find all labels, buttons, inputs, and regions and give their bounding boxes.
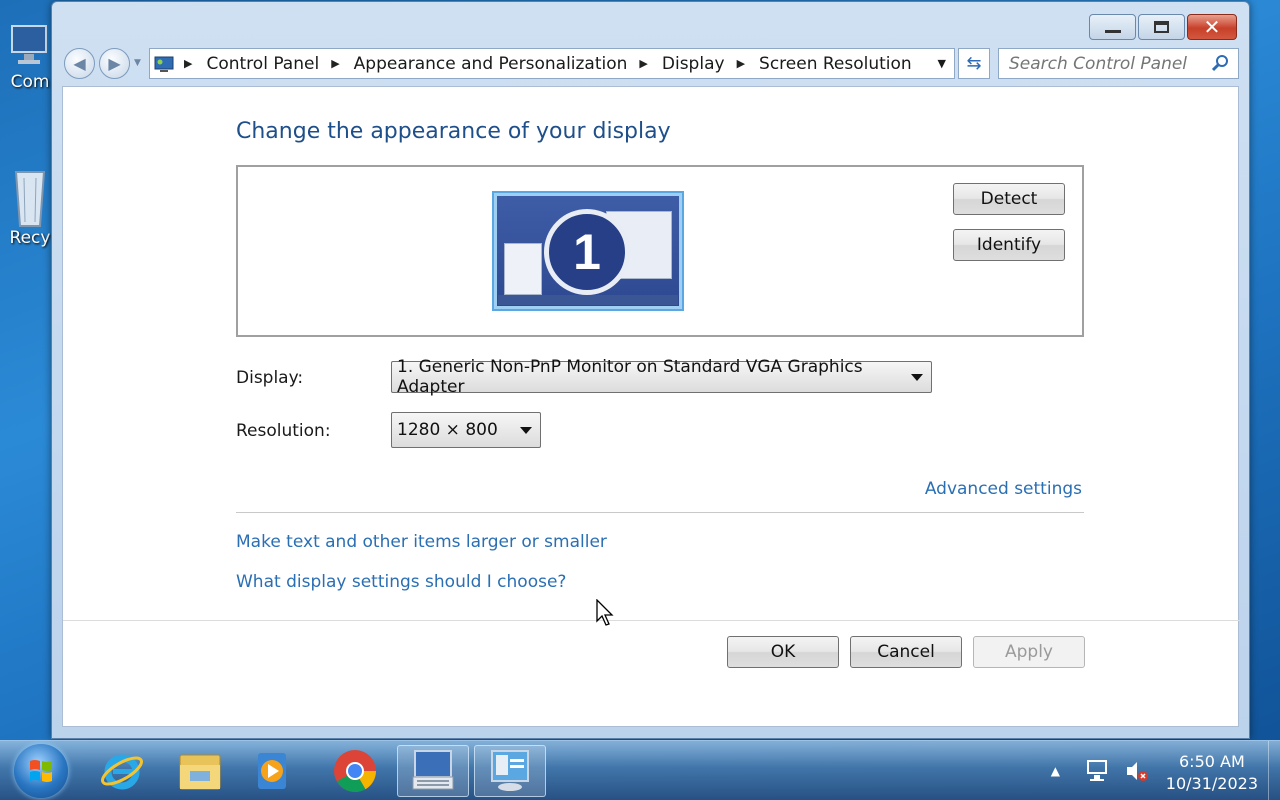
show-hidden-icons-icon[interactable]: ▲ [1051, 764, 1060, 778]
footer-divider [63, 620, 1240, 621]
on-screen-keyboard-icon [412, 750, 454, 790]
search-icon[interactable] [1211, 54, 1230, 77]
close-button[interactable]: ✕ [1187, 14, 1237, 40]
window-controls: ✕ [1089, 14, 1237, 40]
taskbar-internet-explorer[interactable] [86, 745, 158, 797]
recent-pages-dropdown-icon[interactable]: ▼ [134, 58, 141, 68]
breadcrumb-control-panel[interactable]: Control Panel [206, 54, 319, 74]
close-icon: ✕ [1203, 15, 1221, 39]
display-select[interactable]: 1. Generic Non-PnP Monitor on Standard V… [391, 357, 932, 397]
resolution-label: Resolution: [236, 421, 331, 441]
screen-resolution-window: ✕ ◀ ▶ ▼ ▶ Control Panel ▶ Appearance and… [51, 1, 1250, 739]
chrome-icon [334, 750, 376, 793]
maximize-icon [1154, 21, 1169, 33]
file-explorer-icon [179, 754, 221, 790]
monitor-preview-window [504, 243, 542, 295]
computer-icon [8, 20, 52, 68]
monitor-number-badge: 1 [544, 209, 630, 295]
taskbar-screen-resolution[interactable] [474, 745, 546, 797]
divider [236, 512, 1084, 513]
recycle-bin-icon [8, 166, 52, 227]
breadcrumb-separator-icon[interactable]: ▶ [737, 57, 745, 70]
display-help-link[interactable]: What display settings should I choose? [236, 572, 566, 592]
dropdown-arrow-icon [911, 374, 923, 381]
monitor-preview-taskbar [498, 295, 678, 305]
taskbar-on-screen-keyboard[interactable] [397, 745, 469, 797]
display-select-value: 1. Generic Non-PnP Monitor on Standard V… [397, 357, 863, 397]
minimize-icon [1104, 29, 1121, 33]
clock-time: 6:50 AM [1179, 752, 1245, 771]
cancel-button[interactable]: Cancel [850, 636, 962, 668]
text-size-link[interactable]: Make text and other items larger or smal… [236, 532, 607, 552]
taskbar-file-explorer[interactable] [164, 745, 236, 797]
taskbar-media-player[interactable] [236, 745, 308, 797]
refresh-icon: ⇆ [966, 53, 982, 74]
back-arrow-icon: ◀ [73, 54, 86, 73]
control-panel-icon [154, 55, 174, 73]
detect-button[interactable]: Detect [953, 183, 1065, 215]
breadcrumb-separator-icon[interactable]: ▶ [639, 57, 647, 70]
navigation-bar: ◀ ▶ ▼ ▶ Control Panel ▶ Appearance and P… [62, 45, 1239, 83]
taskbar: ▲ 6:50 AM 10/31/2023 [0, 740, 1280, 800]
address-dropdown-icon[interactable]: ▼ [938, 57, 946, 70]
windows-logo-icon [30, 760, 52, 782]
breadcrumb-appearance[interactable]: Appearance and Personalization [354, 54, 628, 74]
media-player-icon [258, 753, 286, 789]
dropdown-arrow-icon [520, 427, 532, 434]
volume-muted-icon[interactable] [1124, 759, 1150, 783]
search-input[interactable] [1007, 52, 1207, 75]
search-box[interactable] [998, 48, 1239, 79]
content-pane: Change the appearance of your display 1 … [62, 86, 1240, 727]
resolution-select-value: 1280 × 800 [397, 420, 498, 440]
maximize-button[interactable] [1138, 14, 1185, 40]
network-icon[interactable] [1086, 759, 1112, 783]
back-button[interactable]: ◀ [64, 48, 95, 79]
identify-button[interactable]: Identify [953, 229, 1065, 261]
internet-explorer-icon [101, 754, 143, 790]
taskbar-chrome[interactable] [319, 745, 391, 797]
display-label: Display: [236, 368, 304, 388]
show-desktop-button[interactable] [1268, 741, 1280, 800]
ok-button[interactable]: OK [727, 636, 839, 668]
apply-button[interactable]: Apply [973, 636, 1085, 668]
forward-arrow-icon: ▶ [108, 54, 121, 73]
monitor-arrangement-area: 1 Detect Identify [236, 165, 1084, 337]
breadcrumb-screen-resolution[interactable]: Screen Resolution [759, 54, 912, 74]
mouse-cursor-icon [596, 598, 616, 631]
resolution-select[interactable]: 1280 × 800 [391, 412, 541, 448]
address-bar[interactable]: ▶ Control Panel ▶ Appearance and Persona… [149, 48, 955, 79]
minimize-button[interactable] [1089, 14, 1136, 40]
forward-button[interactable]: ▶ [99, 48, 130, 79]
advanced-settings-link[interactable]: Advanced settings [925, 479, 1082, 499]
monitor-1-thumbnail[interactable]: 1 [492, 191, 684, 311]
clock[interactable]: 6:50 AM 10/31/2023 [1166, 751, 1258, 795]
breadcrumb-separator-icon[interactable]: ▶ [184, 57, 192, 70]
clock-date: 10/31/2023 [1165, 774, 1258, 793]
breadcrumb-display[interactable]: Display [662, 54, 725, 74]
start-button[interactable] [14, 744, 68, 798]
refresh-button[interactable]: ⇆ [958, 48, 990, 79]
screen-resolution-icon [491, 750, 529, 791]
breadcrumb-separator-icon[interactable]: ▶ [331, 57, 339, 70]
system-tray: ▲ [1051, 741, 1150, 800]
page-title: Change the appearance of your display [236, 119, 671, 144]
